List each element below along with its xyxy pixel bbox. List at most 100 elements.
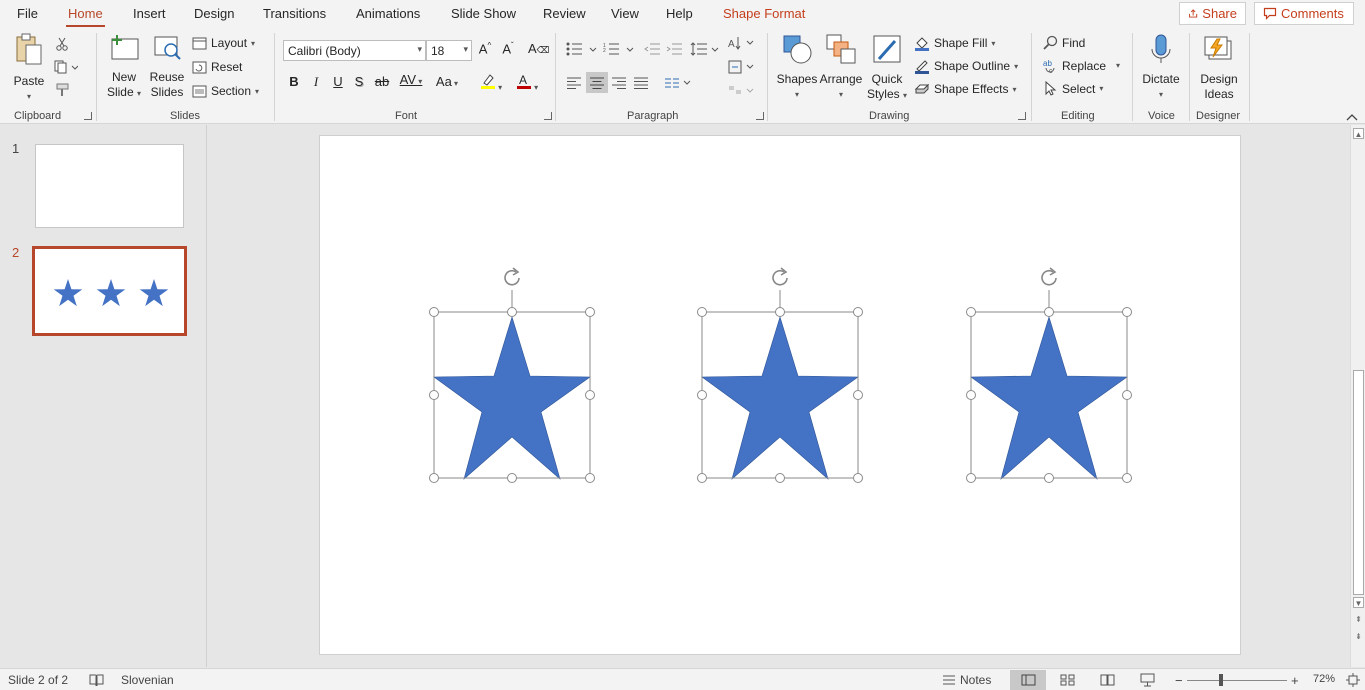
vertical-scrollbar[interactable]: ▲ ▼ ⇞ ⇟ xyxy=(1350,125,1365,667)
language-indicator[interactable]: Slovenian xyxy=(121,673,174,687)
replace-button[interactable]: ab c Replace ▾ xyxy=(1043,58,1120,74)
tab-animations[interactable]: Animations xyxy=(356,6,420,21)
collapse-ribbon-icon[interactable] xyxy=(1346,113,1358,121)
slide-show-icon[interactable] xyxy=(1140,673,1155,687)
shape-effects-button[interactable]: Shape Effects ▾ xyxy=(914,81,1017,97)
layout-button[interactable]: Layout ▾ xyxy=(192,36,255,50)
scroll-up-icon[interactable]: ▲ xyxy=(1353,128,1364,139)
font-size-combobox[interactable]: 18 ▾ xyxy=(426,40,472,61)
font-size-dropdown-icon[interactable]: ▾ xyxy=(463,44,468,55)
slide-thumbnail-2[interactable] xyxy=(32,246,187,336)
font-name-dropdown-icon[interactable]: ▾ xyxy=(417,44,422,55)
tab-insert[interactable]: Insert xyxy=(133,6,166,21)
bold-button[interactable]: B xyxy=(285,74,303,89)
clear-formatting-icon[interactable]: A⌫ xyxy=(528,41,549,56)
copy-icon[interactable] xyxy=(54,60,78,74)
scrollbar-thumb[interactable] xyxy=(1353,370,1364,595)
shape-effects-label: Shape Effects xyxy=(934,82,1009,96)
character-spacing-button[interactable]: AV ▾ xyxy=(396,72,426,87)
paste-button[interactable]: Paste ▾ xyxy=(12,33,46,104)
notes-button[interactable]: Notes xyxy=(942,673,991,687)
zoom-level[interactable]: 72% xyxy=(1313,673,1335,685)
line-spacing-icon[interactable] xyxy=(690,41,720,57)
spelling-check-icon[interactable] xyxy=(89,674,104,687)
drawing-launcher-icon[interactable] xyxy=(1018,112,1026,120)
smartart-icon[interactable] xyxy=(728,83,756,99)
align-center-button[interactable] xyxy=(586,72,608,93)
align-text-icon[interactable] xyxy=(728,59,756,75)
next-slide-icon[interactable]: ⇟ xyxy=(1353,631,1364,642)
shadow-button[interactable]: S xyxy=(350,74,368,89)
section-button[interactable]: Section ▾ xyxy=(192,84,259,98)
select-button[interactable]: Select ▾ xyxy=(1043,81,1103,96)
cut-icon[interactable] xyxy=(55,37,69,51)
font-color-icon: A xyxy=(516,73,531,89)
design-ideas-button[interactable]: Design Ideas xyxy=(1196,33,1242,102)
star-shape-3[interactable] xyxy=(966,267,1132,483)
shapes-button[interactable]: Shapes ▾ xyxy=(776,33,818,102)
numbering-icon[interactable]: 12 xyxy=(603,42,635,56)
rotation-handle-icon[interactable] xyxy=(1041,267,1057,286)
share-button[interactable]: Share xyxy=(1179,2,1246,25)
decrease-indent-icon[interactable] xyxy=(644,42,660,56)
font-name-combobox[interactable]: Calibri (Body) ▾ xyxy=(283,40,426,61)
columns-icon[interactable] xyxy=(664,76,694,90)
section-label: Section xyxy=(211,84,252,98)
tab-view[interactable]: View xyxy=(611,6,639,21)
tab-home[interactable]: Home xyxy=(66,6,105,28)
align-right-icon[interactable] xyxy=(611,76,627,90)
fit-to-window-icon[interactable] xyxy=(1346,673,1360,687)
reuse-slides-button[interactable]: Reuse Slides xyxy=(148,33,186,100)
design-ideas-label-1: Design xyxy=(1200,72,1238,86)
tab-file[interactable]: File xyxy=(17,6,38,21)
comments-button[interactable]: Comments xyxy=(1254,2,1354,25)
tab-design[interactable]: Design xyxy=(194,6,234,21)
text-direction-icon[interactable]: A xyxy=(728,35,756,51)
star-shape-2[interactable] xyxy=(697,267,863,483)
separator xyxy=(1132,33,1133,121)
format-painter-icon[interactable] xyxy=(54,83,70,97)
strikethrough-button[interactable]: ab xyxy=(373,74,391,89)
previous-slide-icon[interactable]: ⇞ xyxy=(1353,614,1364,625)
reading-view-icon[interactable] xyxy=(1100,674,1115,686)
tab-review[interactable]: Review xyxy=(543,6,586,21)
shrink-font-icon[interactable]: Aˇ xyxy=(499,41,517,56)
italic-button[interactable]: I xyxy=(307,74,325,90)
reset-button[interactable]: Reset xyxy=(192,60,242,74)
slide-canvas[interactable] xyxy=(319,135,1241,655)
slide-sorter-icon[interactable] xyxy=(1060,674,1075,686)
slide-thumbnail-1[interactable] xyxy=(35,144,184,228)
paragraph-launcher-icon[interactable] xyxy=(756,112,764,120)
rotation-handle-icon[interactable] xyxy=(772,267,788,286)
grow-font-icon[interactable]: A^ xyxy=(476,41,494,56)
highlight-color-button[interactable]: ▾ xyxy=(476,72,506,93)
increase-indent-icon[interactable] xyxy=(666,42,682,56)
align-left-icon[interactable] xyxy=(566,76,582,90)
rotation-handle-icon[interactable] xyxy=(504,267,520,286)
tab-transitions[interactable]: Transitions xyxy=(263,6,326,21)
tab-help[interactable]: Help xyxy=(666,6,693,21)
zoom-slider[interactable] xyxy=(1187,680,1287,681)
underline-button[interactable]: U xyxy=(329,74,347,89)
new-slide-button[interactable]: New Slide ▾ xyxy=(104,33,144,101)
font-launcher-icon[interactable] xyxy=(544,112,552,120)
shape-fill-button[interactable]: Shape Fill ▾ xyxy=(914,35,995,51)
zoom-out-button[interactable]: − xyxy=(1175,673,1183,688)
normal-view-button[interactable] xyxy=(1010,670,1046,690)
quick-styles-button[interactable]: Quick Styles ▾ xyxy=(864,33,910,103)
star-shape-1[interactable] xyxy=(429,267,595,483)
tab-shape-format[interactable]: Shape Format xyxy=(723,6,805,21)
bullets-icon[interactable] xyxy=(566,42,598,56)
clipboard-launcher-icon[interactable] xyxy=(84,112,92,120)
zoom-in-button[interactable]: + xyxy=(1291,673,1299,688)
tab-slide-show[interactable]: Slide Show xyxy=(451,6,516,21)
justify-icon[interactable] xyxy=(633,76,649,90)
dictate-button[interactable]: Dictate ▾ xyxy=(1139,33,1183,102)
zoom-slider-thumb[interactable] xyxy=(1219,674,1223,686)
find-button[interactable]: Find xyxy=(1043,35,1085,50)
shape-outline-button[interactable]: Shape Outline ▾ xyxy=(914,58,1018,74)
scroll-down-icon[interactable]: ▼ xyxy=(1353,597,1364,608)
change-case-button[interactable]: Aa ▾ xyxy=(432,74,462,89)
font-color-button[interactable]: A ▾ xyxy=(512,72,542,93)
arrange-button[interactable]: Arrange ▾ xyxy=(819,33,863,102)
